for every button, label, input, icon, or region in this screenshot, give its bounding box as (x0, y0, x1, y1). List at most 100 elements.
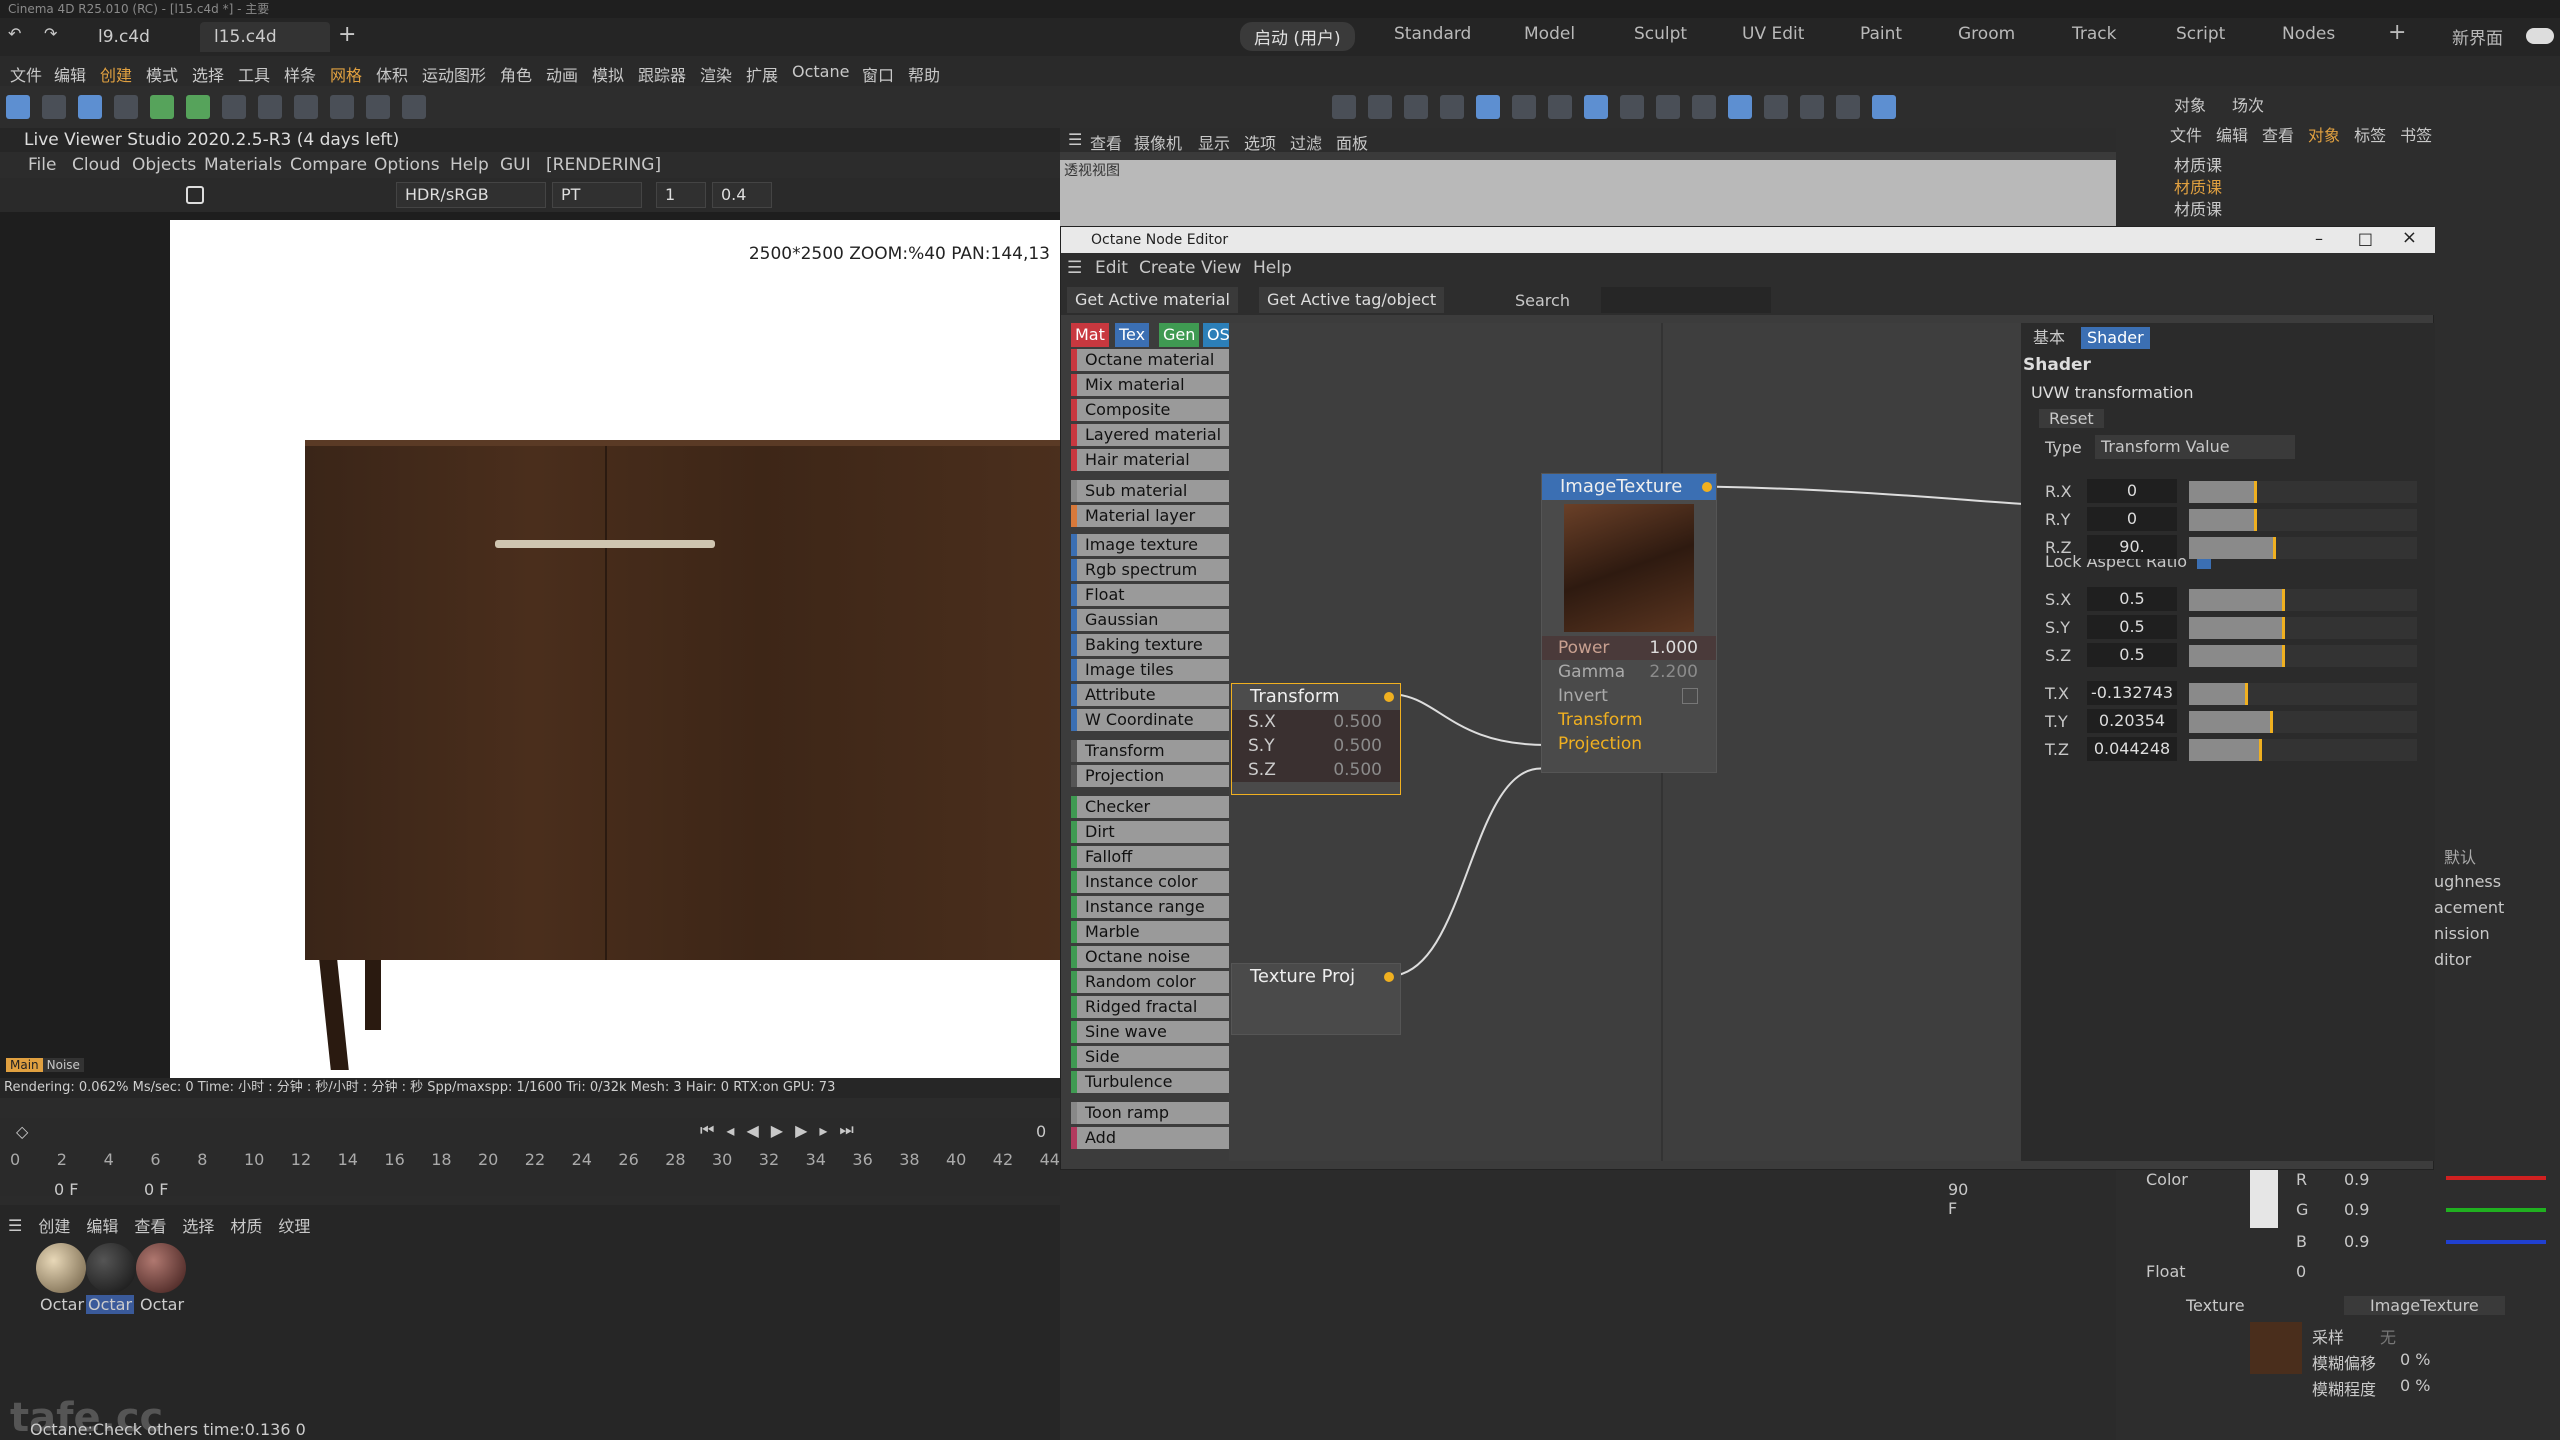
menu-spline[interactable]: 样条 (284, 62, 316, 86)
texture-button[interactable]: ImageTexture (2344, 1296, 2505, 1315)
render-region-icon[interactable] (1764, 95, 1788, 119)
color-g-field[interactable]: 0.9 (2344, 1200, 2369, 1219)
om-menu-edit[interactable]: 编辑 (2216, 122, 2248, 146)
channel-displacement[interactable]: acement (2434, 898, 2504, 917)
channel-emission[interactable]: nission (2434, 924, 2490, 943)
node-list-item[interactable]: Layered material (1071, 424, 1229, 446)
menu-extensions[interactable]: 扩展 (746, 62, 778, 86)
go-start-icon[interactable]: ⏮ (700, 1120, 714, 1140)
node-list-item[interactable]: Side (1071, 1046, 1229, 1068)
g-slider[interactable] (2446, 1208, 2546, 1212)
material-ball[interactable] (36, 1243, 86, 1293)
texture-mode-icon[interactable] (1656, 95, 1680, 119)
texture-proj-node[interactable]: Texture Proj (1231, 963, 1401, 1035)
attr-slider[interactable] (2189, 645, 2417, 667)
new-layout-label[interactable]: 新界面 (2452, 24, 2503, 49)
grid-snap-icon[interactable] (1728, 95, 1752, 119)
node-list-item[interactable]: Image tiles (1071, 659, 1229, 681)
kernel-select[interactable]: PT (552, 182, 642, 208)
attr-slider[interactable] (2189, 739, 2417, 761)
menu-mode[interactable]: 模式 (146, 62, 178, 86)
search-input[interactable] (1601, 287, 1771, 313)
node-list-item[interactable]: Attribute (1071, 684, 1229, 706)
mat-menu-view[interactable]: 查看 (134, 1213, 166, 1237)
node-list-item[interactable]: Octane noise (1071, 946, 1229, 968)
attr-slider[interactable] (2189, 711, 2417, 733)
node-list-item[interactable]: W Coordinate (1071, 709, 1229, 731)
vp-menu-display[interactable]: 显示 (1198, 130, 1230, 154)
reset-button[interactable]: Reset (2039, 409, 2104, 428)
attr-value-field[interactable]: 0.044248 (2087, 737, 2177, 761)
snap-icon[interactable] (1332, 95, 1356, 119)
attr-slider[interactable] (2189, 589, 2417, 611)
lv-menu-options[interactable]: Options (374, 155, 440, 175)
node-list-item[interactable]: Composite material (1071, 399, 1229, 441)
menu-help[interactable]: 帮助 (908, 62, 940, 86)
om-item[interactable]: 材质课 (2174, 196, 2222, 220)
deformer-icon[interactable] (222, 95, 246, 119)
material-label[interactable]: Octar (86, 1295, 135, 1314)
node-graph[interactable]: Transform S.X 0.500 S.Y 0.500 S.Z 0.500 Ima… (1229, 323, 2037, 1161)
model-mode-icon[interactable] (1620, 95, 1644, 119)
node-list-item[interactable]: Instance range (1071, 896, 1229, 918)
workspace-paint[interactable]: Paint (1860, 24, 1902, 44)
attr-slider[interactable] (2189, 617, 2417, 639)
node-list-item[interactable]: Rgb spectrum (1071, 559, 1229, 581)
magnet-icon[interactable] (1692, 95, 1716, 119)
image-texture-output-port[interactable] (1702, 482, 1712, 492)
axis-y-icon[interactable] (1404, 95, 1428, 119)
channel-roughness[interactable]: ughness (2434, 872, 2501, 891)
workspace-standard[interactable]: Standard (1394, 24, 1471, 44)
vp-menu-options[interactable]: 选项 (1244, 130, 1276, 154)
play-icon[interactable]: ▶ (771, 1121, 783, 1140)
workspace-groom[interactable]: Groom (1958, 24, 2015, 44)
attr-value-field[interactable]: -0.132743 (2087, 681, 2177, 705)
menu-character[interactable]: 角色 (500, 62, 532, 86)
mat-menu-edit[interactable]: 编辑 (86, 1213, 118, 1237)
node-list-item[interactable]: Material layer (1071, 505, 1229, 527)
workspace-track[interactable]: Track (2072, 24, 2116, 44)
node-list-item[interactable]: Hair material (1071, 449, 1229, 471)
color-r-field[interactable]: 0.9 (2344, 1170, 2369, 1189)
texture-proj-output-port[interactable] (1384, 972, 1394, 982)
lv-menu-cloud[interactable]: Cloud (72, 155, 121, 175)
attr-value-field[interactable]: 0 (2087, 507, 2177, 531)
mat-menu-texture[interactable]: 纹理 (278, 1213, 310, 1237)
menu-file[interactable]: 文件 (10, 62, 42, 86)
octane-live-icon[interactable] (1872, 95, 1896, 119)
material-label[interactable]: Octar (138, 1295, 186, 1314)
menu-simulate[interactable]: 模拟 (592, 62, 624, 86)
vp-menu-filter[interactable]: 过滤 (1290, 130, 1322, 154)
menu-select[interactable]: 选择 (192, 62, 224, 86)
channel-editor[interactable]: ditor (2434, 950, 2471, 969)
value-field[interactable]: 0.4 (712, 182, 772, 208)
render-settings-icon[interactable] (1836, 95, 1860, 119)
om-menu-tags[interactable]: 标签 (2354, 122, 2386, 146)
node-list-item[interactable]: Transform (1071, 740, 1229, 762)
render-icon[interactable] (1800, 95, 1824, 119)
frame-field[interactable]: 0 (1036, 1122, 1046, 1141)
attr-value-field[interactable]: 0.5 (2087, 643, 2177, 667)
lv-menu-gui[interactable]: GUI (500, 155, 531, 175)
prev-key-icon[interactable]: ◂ (726, 1121, 734, 1140)
attr-tab-basic[interactable]: 基本 (2027, 327, 2071, 349)
tab-l15[interactable]: l15.c4d *× (200, 22, 330, 77)
main-pass-label[interactable]: Main (6, 1058, 43, 1072)
go-end-icon[interactable]: ⏭ (839, 1120, 853, 1140)
menu-animation[interactable]: 动画 (546, 62, 578, 86)
om-menu-view[interactable]: 查看 (2262, 122, 2294, 146)
node-list-item[interactable]: Octane material (1071, 349, 1229, 371)
mat-menu-create[interactable]: 创建 (38, 1213, 70, 1237)
node-list-item[interactable]: Sine wave (1071, 1021, 1229, 1043)
timeline-ruler[interactable]: 0 2 4 6 8 10 12 14 16 18 20 22 24 26 28 30 32 34 36 38 40 42 4… (10, 1150, 1060, 1174)
undo-icon[interactable]: ↶ (8, 24, 21, 43)
workspace-uv-edit[interactable]: UV Edit (1742, 24, 1804, 44)
lv-menu-file[interactable]: File (28, 155, 56, 175)
om-tab-objects[interactable]: 对象 (2174, 92, 2206, 116)
type-select[interactable]: Transform Value (2095, 435, 2295, 459)
mograph-icon[interactable] (150, 95, 174, 119)
menu-edit[interactable]: 编辑 (54, 62, 86, 86)
r-slider[interactable] (2446, 1176, 2546, 1180)
uvw-section[interactable]: UVW transformation (2031, 383, 2193, 402)
node-list-item[interactable]: Falloff (1071, 846, 1229, 868)
